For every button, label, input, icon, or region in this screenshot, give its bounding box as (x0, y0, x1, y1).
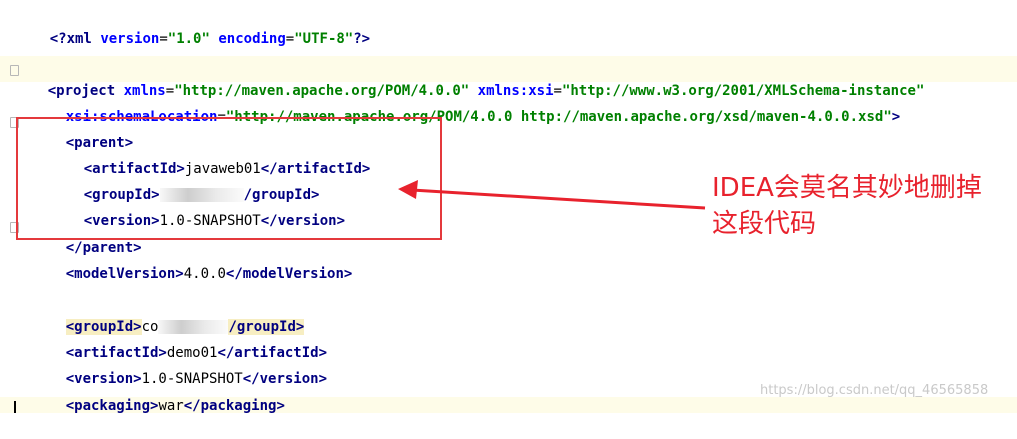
tag-text: war (158, 398, 184, 414)
packaging-line: <packaging>war</packaging> (32, 373, 285, 414)
version-line: <version>1.0-SNAPSHOT</version> (32, 346, 327, 387)
schema-location-line: xsi:schemaLocation="http://maven.apache.… (65, 109, 901, 125)
tag-close: > (891, 109, 901, 125)
tag-open: <packaging> (65, 398, 159, 414)
annotation-line-1: IDEA会莫名其妙地删掉 (712, 173, 982, 203)
attr-name: encoding (218, 31, 286, 47)
groupid-line: <groupId>co/groupId> (32, 294, 305, 335)
watermark: https://blog.csdn.net/qq_46565858 (760, 383, 989, 398)
modelversion-line: <modelVersion>4.0.0</modelVersion> (32, 241, 353, 282)
tag-open: <modelVersion> (65, 266, 184, 282)
annotation-text: IDEA会莫名其妙地删掉 这段代码 (712, 170, 982, 242)
tag-close: </modelVersion> (225, 266, 353, 282)
attr-name: version (100, 31, 160, 47)
artifactid-line: <artifactId>demo01</artifactId> (32, 320, 327, 361)
decl-close: ?> (353, 31, 371, 47)
fold-gutter (6, 0, 19, 413)
project-open-line: <project xmlns="http://maven.apache.org/… (47, 83, 925, 99)
highlight-box (16, 117, 442, 240)
attr-value: "UTF-8" (294, 31, 354, 47)
text-cursor (14, 401, 16, 413)
xml-declaration-line: <?xml version="1.0" encoding="UTF-8"?> (49, 31, 371, 47)
decl-open: <? (49, 31, 67, 47)
tag-close: </packaging> (183, 398, 285, 414)
annotation-line-2: 这段代码 (712, 209, 817, 239)
attr-value: "1.0" (167, 31, 210, 47)
tag-text: 4.0.0 (183, 266, 226, 282)
decl-name: xml (66, 31, 92, 47)
